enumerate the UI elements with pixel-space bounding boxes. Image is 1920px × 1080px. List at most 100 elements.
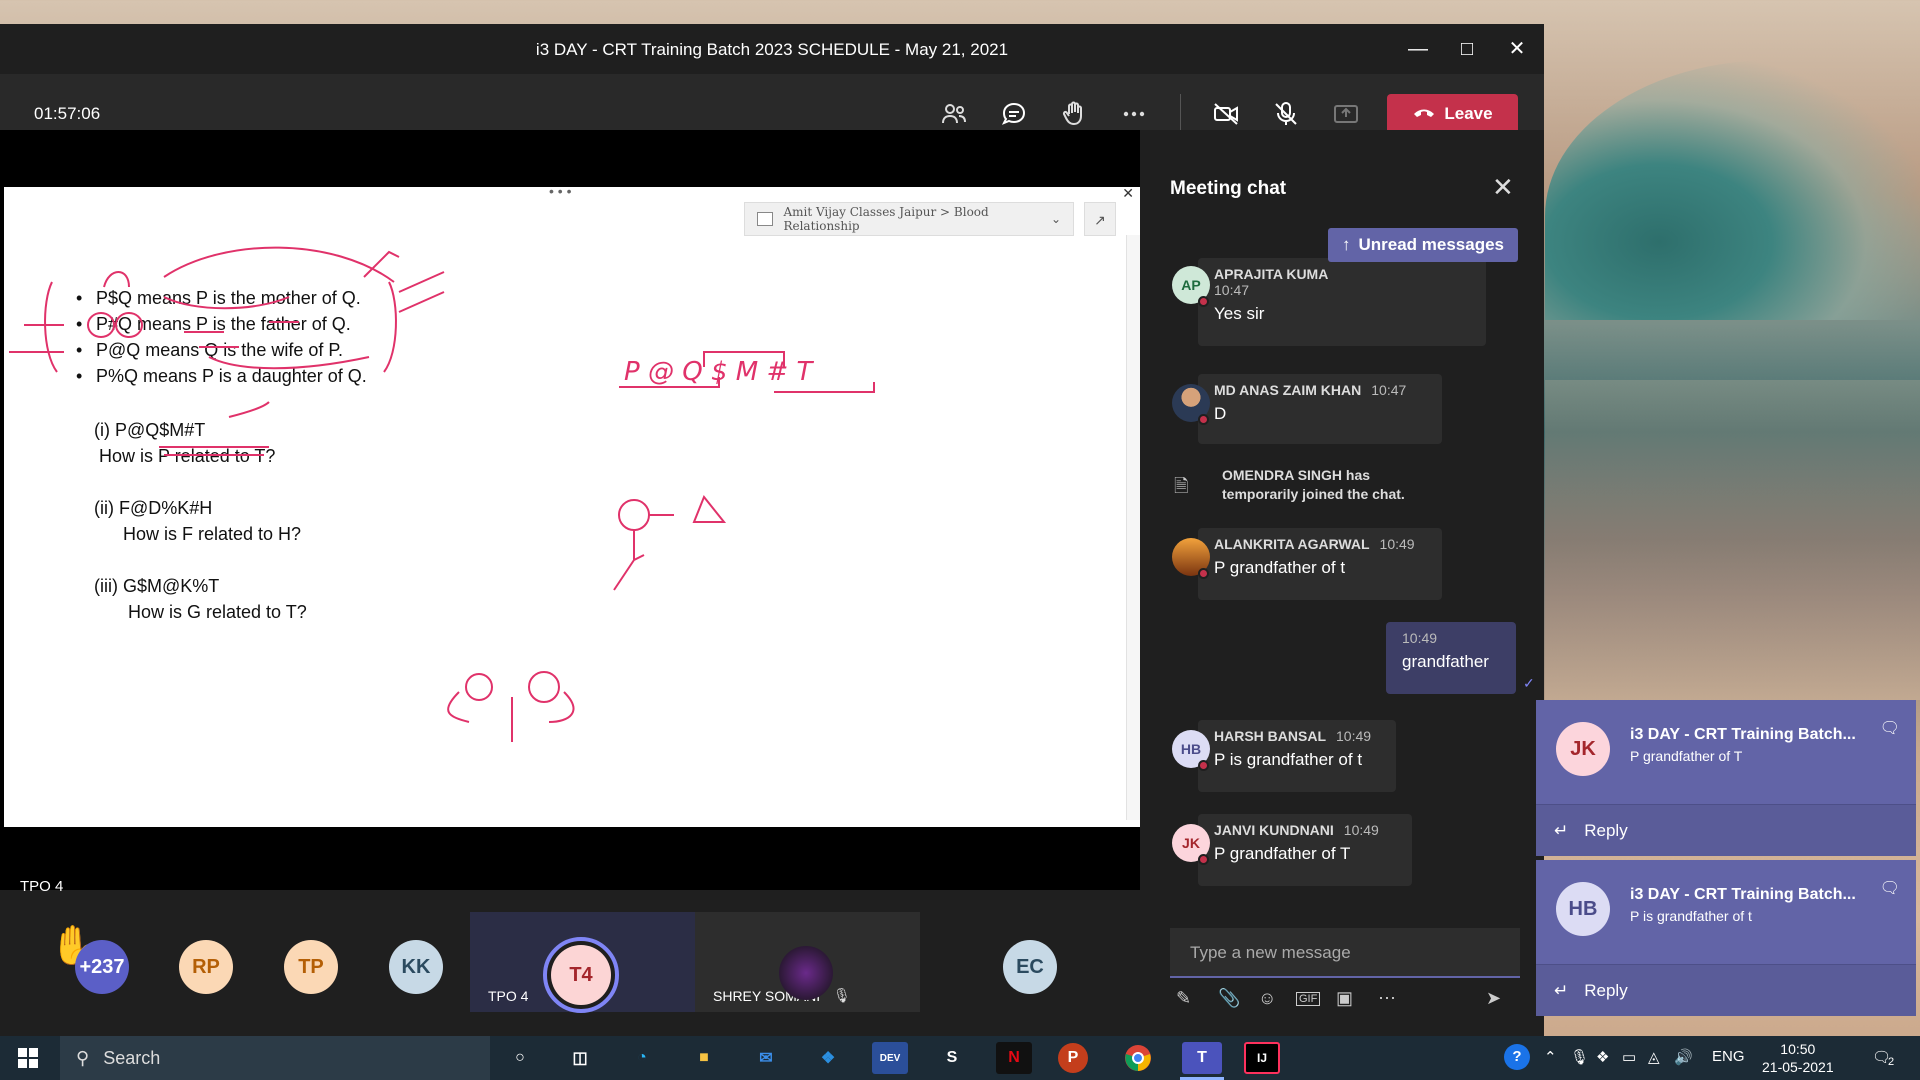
close-chat-icon[interactable]: ✕ bbox=[1492, 172, 1514, 203]
cortana-icon[interactable]: ○ bbox=[502, 1042, 538, 1074]
breadcrumb[interactable]: Amit Vijay Classes Jaipur > Blood Relati… bbox=[744, 202, 1074, 236]
avatar[interactable]: EC bbox=[1003, 940, 1057, 994]
ink-expression: P @ Q $ M # T bbox=[624, 357, 814, 387]
scrollbar[interactable] bbox=[1126, 235, 1140, 820]
chrome-icon[interactable] bbox=[1120, 1042, 1156, 1074]
unread-messages-button[interactable]: ↑ Unread messages bbox=[1328, 228, 1518, 262]
minimize-button[interactable]: — bbox=[1403, 34, 1433, 64]
maximize-button[interactable]: □ bbox=[1452, 34, 1482, 64]
more-options-icon[interactable] bbox=[1116, 96, 1152, 132]
edge-icon[interactable]: ◔ bbox=[624, 1042, 660, 1074]
close-window-button[interactable]: ✕ bbox=[1502, 34, 1532, 64]
avatar[interactable]: KK bbox=[389, 940, 443, 994]
volume-icon[interactable]: 🔊 bbox=[1674, 1048, 1693, 1066]
breadcrumb-text: Amit Vijay Classes Jaipur > Blood Relati… bbox=[783, 205, 989, 233]
chat-message: APRAJITA KUMA 10:47 Yes sir bbox=[1198, 258, 1486, 346]
teams-icon[interactable]: T bbox=[1182, 1042, 1222, 1074]
tile-label: TPO 4 bbox=[488, 988, 529, 1004]
mic-off-icon[interactable] bbox=[1268, 96, 1304, 132]
question-text: How is P related to T? bbox=[99, 446, 276, 466]
expand-icon[interactable]: ↗ bbox=[1084, 202, 1116, 236]
chat-notification[interactable]: JK i3 DAY - CRT Training Batch... P gran… bbox=[1536, 700, 1916, 856]
intellij-icon[interactable]: IJ bbox=[1244, 1042, 1280, 1074]
sticker-icon[interactable]: ▣ bbox=[1336, 988, 1353, 1009]
avatar[interactable]: TP bbox=[284, 940, 338, 994]
rule-item: P#Q means P is the father of Q. bbox=[74, 311, 367, 337]
sublime-icon[interactable]: S bbox=[934, 1042, 970, 1074]
chat-message: MD ANAS ZAIM KHAN 10:47 D bbox=[1198, 374, 1442, 444]
help-icon[interactable]: ? bbox=[1504, 1044, 1530, 1070]
chat-bubble-icon: 🗨 bbox=[1879, 720, 1900, 737]
language-indicator[interactable]: ENG bbox=[1712, 1048, 1745, 1065]
search-icon: ⚲ bbox=[76, 1047, 90, 1068]
overflow-count-avatar[interactable]: +237 bbox=[75, 940, 129, 994]
window-title: i3 DAY - CRT Training Batch 2023 SCHEDUL… bbox=[535, 40, 1009, 59]
mail-icon[interactable]: ✉ bbox=[748, 1042, 784, 1074]
presenter-label: TPO 4 bbox=[20, 878, 64, 895]
meeting-chat-panel: Meeting chat ✕ APRAJITA KUMA 10:47 Yes s… bbox=[1140, 130, 1544, 1012]
microphone-icon[interactable]: 🎙 bbox=[1570, 1048, 1589, 1066]
presence-busy bbox=[1198, 296, 1209, 307]
page-icon bbox=[757, 212, 774, 226]
notification-title: i3 DAY - CRT Training Batch... bbox=[1630, 886, 1856, 903]
devcpp-icon[interactable]: DEV bbox=[872, 1042, 908, 1074]
question-text: How is F related to H? bbox=[123, 524, 302, 544]
vscode-icon[interactable]: ❖ bbox=[810, 1042, 846, 1074]
hang-up-icon bbox=[1412, 104, 1436, 124]
person-join-icon: 🗎 bbox=[1174, 476, 1189, 496]
more-options-icon[interactable]: ⋯ bbox=[1378, 988, 1396, 1009]
powerpoint-icon[interactable]: P bbox=[1058, 1043, 1088, 1073]
netflix-icon[interactable]: N bbox=[996, 1042, 1032, 1074]
message-compose-field[interactable]: Type a new message bbox=[1170, 928, 1520, 978]
camera-off-icon[interactable] bbox=[1208, 96, 1244, 132]
task-view-icon[interactable]: ◫ bbox=[562, 1042, 598, 1074]
toolbar-divider bbox=[1180, 94, 1181, 134]
battery-icon[interactable]: ▭ bbox=[1622, 1048, 1636, 1066]
chevron-up-icon[interactable]: ⌃ bbox=[1544, 1048, 1557, 1066]
raise-hand-icon[interactable] bbox=[1056, 96, 1092, 132]
windows-start-icon[interactable] bbox=[18, 1048, 38, 1068]
avatar[interactable]: T4 bbox=[551, 945, 611, 1005]
chat-icon[interactable] bbox=[996, 96, 1032, 132]
file-explorer-icon[interactable]: ■ bbox=[686, 1042, 722, 1074]
speaking-ring: T4 bbox=[543, 937, 619, 1013]
taskbar-search[interactable]: ⚲ Search bbox=[60, 1036, 490, 1080]
avatar-photo[interactable] bbox=[779, 946, 833, 1000]
reply-button[interactable]: ↵ Reply bbox=[1536, 964, 1916, 1016]
question-code: (i) P@Q$M#T bbox=[94, 420, 206, 440]
send-icon[interactable]: ➤ bbox=[1486, 988, 1501, 1009]
attach-icon[interactable]: 📎 bbox=[1218, 988, 1240, 1009]
reply-button[interactable]: ↵ Reply bbox=[1536, 804, 1916, 856]
share-drag-handle[interactable]: • • • bbox=[549, 183, 571, 199]
format-icon[interactable]: ✎ bbox=[1176, 988, 1191, 1009]
wifi-icon[interactable]: ◬ bbox=[1648, 1048, 1660, 1066]
chat-message: HARSH BANSAL 10:49 P is grandfather of t bbox=[1198, 720, 1396, 792]
presence-busy bbox=[1198, 414, 1209, 425]
meeting-timer: 01:57:06 bbox=[34, 104, 101, 123]
participants-icon[interactable] bbox=[936, 96, 972, 132]
chat-notification[interactable]: HB i3 DAY - CRT Training Batch... P is g… bbox=[1536, 860, 1916, 1016]
rules-list: P$Q means P is the mother of Q. P#Q mean… bbox=[74, 285, 367, 389]
chat-message: JANVI KUNDNANI 10:49 P grandfather of T bbox=[1198, 814, 1412, 886]
avatar[interactable]: RP bbox=[179, 940, 233, 994]
avatar: HB bbox=[1556, 882, 1610, 936]
dropbox-icon[interactable]: ❖ bbox=[1596, 1048, 1609, 1066]
emoji-icon[interactable]: ☺ bbox=[1258, 988, 1276, 1009]
rule-item: P@Q means Q is the wife of P. bbox=[74, 337, 367, 363]
leave-label: Leave bbox=[1444, 104, 1493, 123]
wallpaper-wave bbox=[1545, 60, 1920, 320]
share-tray-icon[interactable] bbox=[1328, 96, 1364, 132]
chat-bubble-icon: 🗨 bbox=[1879, 880, 1900, 897]
arrow-up-icon: ↑ bbox=[1341, 235, 1351, 254]
leave-button[interactable]: Leave bbox=[1387, 94, 1518, 134]
close-icon[interactable]: ✕ bbox=[1122, 185, 1134, 202]
avatar: JK bbox=[1556, 722, 1610, 776]
chat-message: ALANKRITA AGARWAL 10:49 P grandfather of … bbox=[1198, 528, 1442, 600]
own-chat-message: 10:49 grandfather bbox=[1386, 622, 1516, 694]
chevron-down-icon: ⌄ bbox=[1050, 212, 1061, 226]
notification-count: 2 bbox=[1888, 1056, 1895, 1068]
gif-icon[interactable]: GIF bbox=[1296, 992, 1321, 1006]
chat-title: Meeting chat bbox=[1170, 178, 1287, 199]
system-clock[interactable]: 10:50 21-05-2021 bbox=[1762, 1040, 1834, 1076]
notification-title: i3 DAY - CRT Training Batch... bbox=[1630, 726, 1856, 743]
